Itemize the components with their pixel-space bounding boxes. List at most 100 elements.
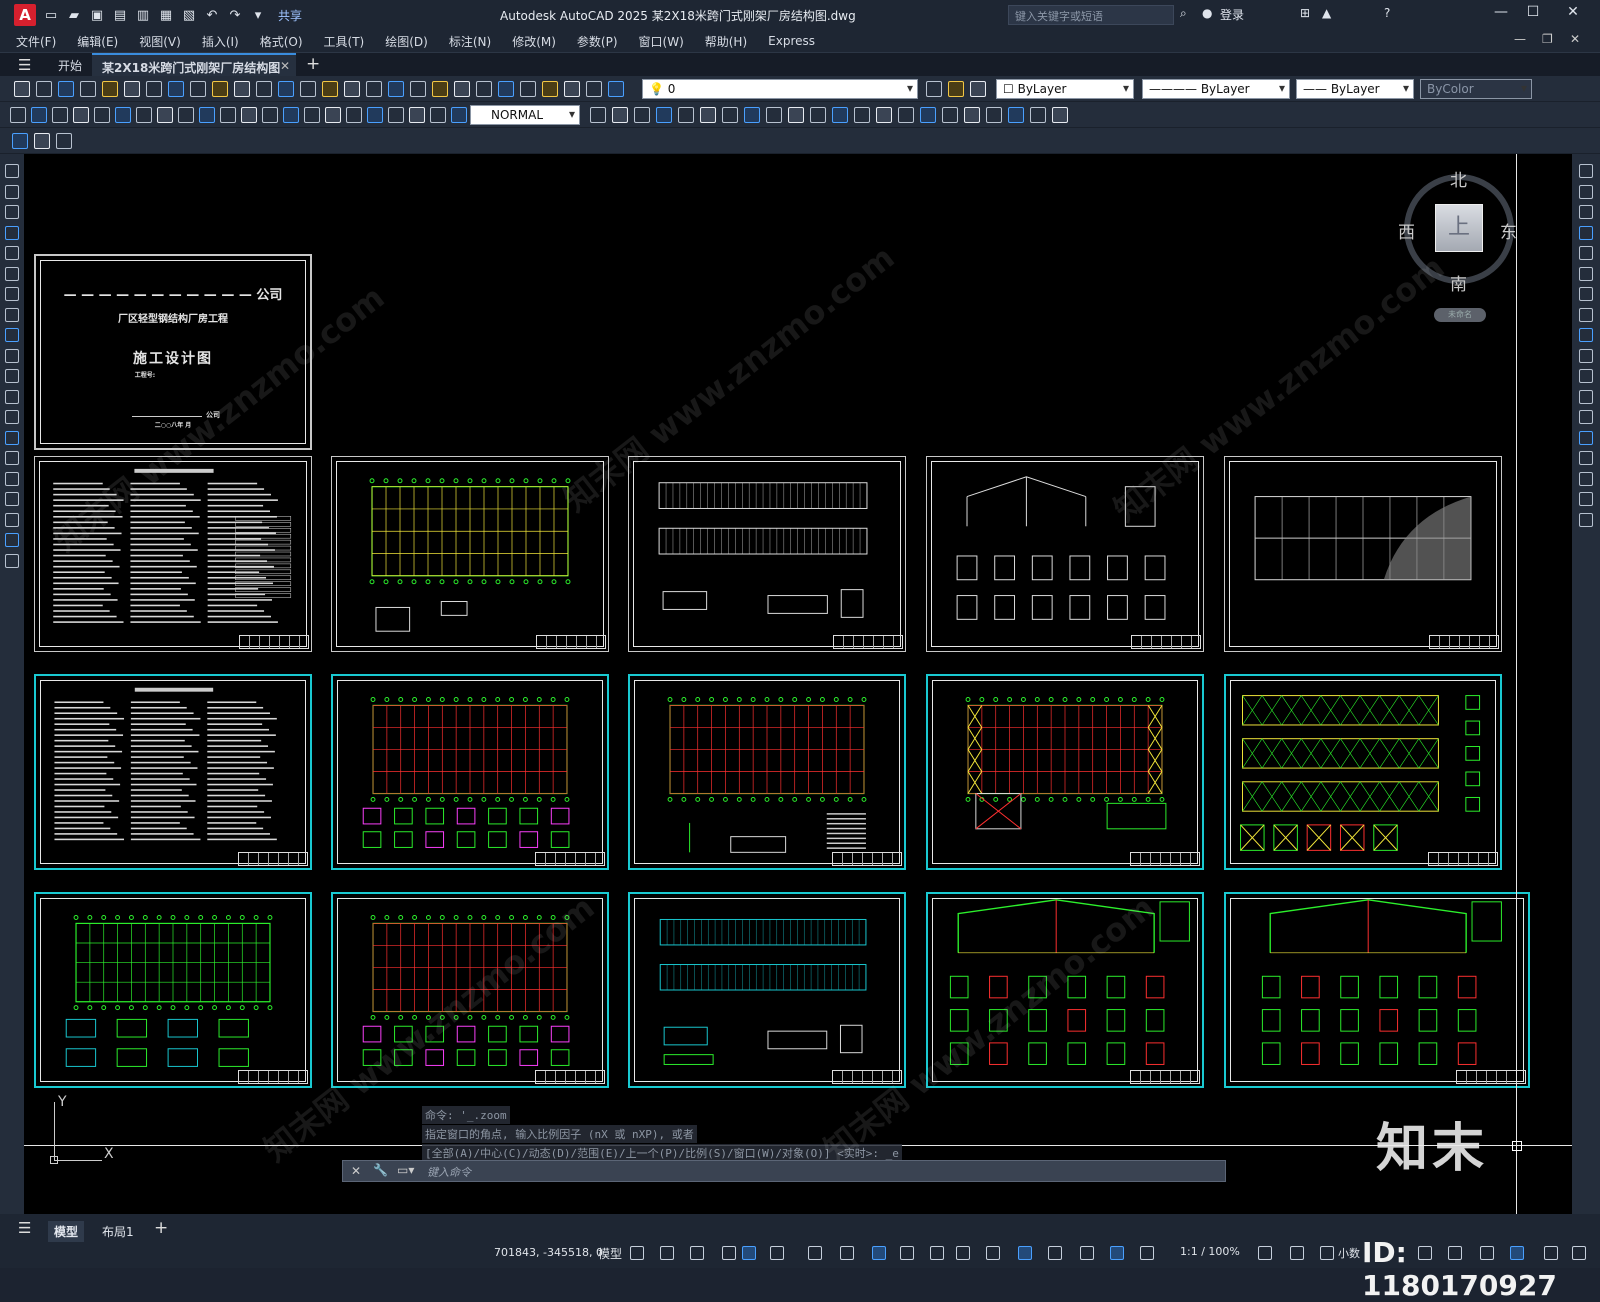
save-web-icon[interactable]: ▦	[158, 7, 174, 23]
modify-tool-14-icon[interactable]	[1579, 430, 1593, 445]
modify-tool-8-icon[interactable]	[1579, 307, 1593, 322]
drawing-sheet[interactable]	[331, 892, 609, 1088]
drawing-sheet[interactable]	[34, 674, 312, 870]
model-space-button[interactable]: 模型	[598, 1245, 622, 1262]
customize-dropdown-icon[interactable]: ▾	[250, 7, 266, 23]
standard-tool-5-icon[interactable]	[102, 81, 118, 97]
menu-window[interactable]: 窗口(W)	[639, 33, 684, 50]
status-toggle-20-icon[interactable]	[1290, 1246, 1304, 1260]
standard-tool-10-icon[interactable]	[212, 81, 228, 97]
layer-dropdown[interactable]: 💡 0	[642, 79, 918, 99]
status-toggle-14-icon[interactable]	[1018, 1246, 1032, 1260]
draw-tool-16-icon[interactable]	[5, 471, 19, 486]
cart-icon[interactable]: ⊞	[1300, 6, 1310, 20]
status-toggle-15-icon[interactable]	[1048, 1246, 1062, 1260]
drawing-sheet[interactable]	[1224, 674, 1502, 870]
standard-tool-23-icon[interactable]	[498, 81, 514, 97]
ucs-menu-button[interactable]: 未命名	[1434, 308, 1486, 322]
extra-tool-3-icon[interactable]	[56, 133, 72, 149]
dimstyle-dropdown[interactable]: NORMAL	[470, 105, 580, 125]
standard-tool-12-icon[interactable]	[256, 81, 272, 97]
dimension-tool-13-icon[interactable]	[262, 107, 278, 123]
standard-tool-22-icon[interactable]	[476, 81, 492, 97]
modify-tool-10-icon[interactable]	[1579, 348, 1593, 363]
modify-tool-13-icon[interactable]	[1579, 410, 1593, 424]
doc-minimize-button[interactable]: —	[1514, 32, 1526, 46]
draw-tool-10-icon[interactable]	[5, 348, 19, 363]
draw-tool-14-icon[interactable]	[5, 430, 19, 445]
draw-tool-6-icon[interactable]	[5, 266, 19, 281]
command-line[interactable]: ✕ 🔧 ▭▾ 键入命令	[342, 1160, 1226, 1182]
dimension-tool-24-icon[interactable]	[612, 107, 628, 123]
close-command-icon[interactable]: ✕	[351, 1164, 361, 1178]
dimension-tool-17-icon[interactable]	[346, 107, 362, 123]
doc-close-button[interactable]: ✕	[1570, 32, 1580, 46]
cover-sheet[interactable]: — — — — — — — — — — — 公司 厂区轻型钢结构厂房工程 施工设…	[34, 254, 312, 450]
draw-tool-7-icon[interactable]	[5, 287, 19, 301]
help-icon[interactable]: ?	[1384, 6, 1390, 20]
dimension-tool-29-icon[interactable]	[722, 107, 738, 123]
drawing-sheet[interactable]	[628, 892, 906, 1088]
drawing-sheet[interactable]	[926, 892, 1204, 1088]
draw-tool-1-icon[interactable]	[5, 164, 19, 178]
dimension-tool-8-icon[interactable]	[157, 107, 173, 123]
draw-tool-2-icon[interactable]	[5, 184, 19, 199]
menu-file[interactable]: 文件(F)	[16, 33, 56, 50]
status-toggle-21-icon[interactable]	[1320, 1246, 1334, 1260]
close-tab-icon[interactable]: ✕	[280, 59, 290, 73]
compass-north[interactable]: 北	[1450, 166, 1467, 191]
modify-tool-12-icon[interactable]	[1579, 389, 1593, 404]
drawing-canvas[interactable]: — — — — — — — — — — — 公司 厂区轻型钢结构厂房工程 施工设…	[24, 154, 1572, 1214]
standard-tool-8-icon[interactable]	[168, 81, 184, 97]
modify-tool-16-icon[interactable]	[1579, 471, 1593, 486]
units-dropdown[interactable]: 小数	[1338, 1245, 1360, 1261]
draw-tool-13-icon[interactable]	[5, 410, 19, 424]
dimension-tool-41-icon[interactable]	[986, 107, 1002, 123]
modify-tool-5-icon[interactable]	[1579, 246, 1593, 260]
search-icon[interactable]: ⌕	[1180, 6, 1187, 21]
status-toggle-17-icon[interactable]	[1110, 1246, 1124, 1260]
standard-tool-19-icon[interactable]	[410, 81, 426, 97]
doc-restore-button[interactable]: ❐	[1542, 32, 1553, 46]
login-button[interactable]: 登录	[1220, 6, 1244, 23]
status-toggle-6-icon[interactable]	[770, 1246, 784, 1260]
tab-current-drawing[interactable]: 某2X18米跨门式刚架厂房结构图* ✕	[92, 53, 296, 90]
menu-hamburger-icon[interactable]: ☰	[18, 56, 31, 74]
status-toggle-10-icon[interactable]	[900, 1246, 914, 1260]
autodesk-account-icon[interactable]: ▲	[1322, 6, 1331, 20]
compass-east[interactable]: 东	[1500, 218, 1517, 243]
dimension-tool-37-icon[interactable]	[898, 107, 914, 123]
status-toggle-16-icon[interactable]	[1080, 1246, 1094, 1260]
standard-tool-26-icon[interactable]	[564, 81, 580, 97]
modify-tool-9-icon[interactable]	[1579, 328, 1593, 342]
draw-tool-18-icon[interactable]	[5, 512, 19, 527]
status-toggle-7-icon[interactable]	[808, 1246, 822, 1260]
modify-tool-15-icon[interactable]	[1579, 451, 1593, 465]
standard-tool-31-icon[interactable]	[970, 81, 986, 97]
draw-tool-12-icon[interactable]	[5, 389, 19, 404]
share-button[interactable]: 共享	[278, 7, 302, 24]
standard-tool-15-icon[interactable]	[322, 81, 338, 97]
autocad-logo-icon[interactable]: A	[14, 4, 36, 26]
drawing-sheet[interactable]	[926, 456, 1204, 652]
standard-tool-3-icon[interactable]	[58, 81, 74, 97]
draw-tool-8-icon[interactable]	[5, 307, 19, 322]
redo-icon[interactable]: ↷	[227, 7, 243, 23]
customize-command-icon[interactable]: 🔧	[373, 1163, 388, 1177]
drawing-sheet[interactable]	[331, 456, 609, 652]
standard-tool-2-icon[interactable]	[36, 81, 52, 97]
new-file-icon[interactable]: ▭	[43, 7, 59, 23]
standard-tool-4-icon[interactable]	[80, 81, 96, 97]
extra-tool-1-icon[interactable]	[12, 133, 28, 149]
status-toggle-1-icon[interactable]	[630, 1246, 644, 1260]
dimension-tool-34-icon[interactable]	[832, 107, 848, 123]
dimension-tool-39-icon[interactable]	[942, 107, 958, 123]
dimension-tool-23-icon[interactable]	[590, 107, 606, 123]
dimension-tool-3-icon[interactable]	[52, 107, 68, 123]
dimension-tool-21-icon[interactable]	[430, 107, 446, 123]
dimension-tool-11-icon[interactable]	[220, 107, 236, 123]
standard-tool-14-icon[interactable]	[300, 81, 316, 97]
tab-start[interactable]: 开始	[48, 53, 92, 77]
dimension-tool-6-icon[interactable]	[115, 107, 131, 123]
menu-dimension[interactable]: 标注(N)	[449, 33, 491, 50]
